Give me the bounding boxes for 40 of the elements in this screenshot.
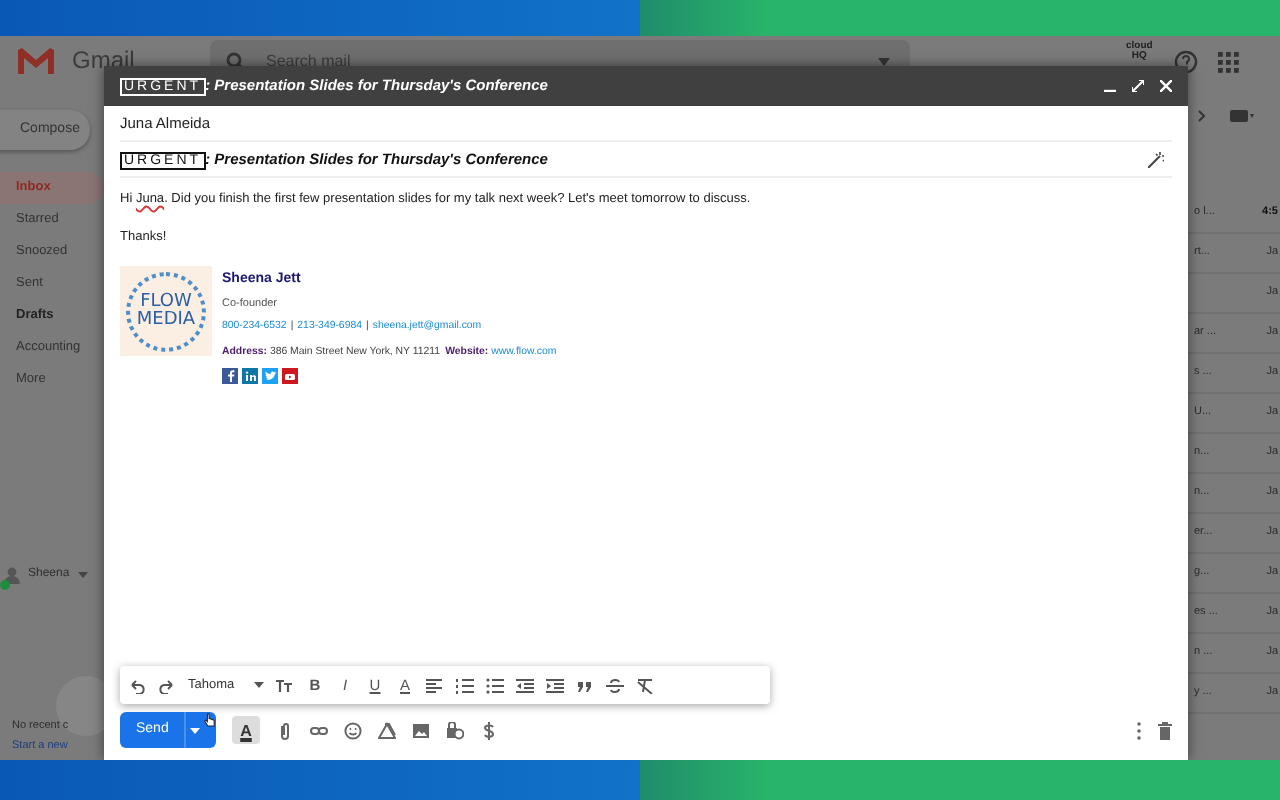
drive-icon[interactable] bbox=[378, 721, 396, 739]
social-icon[interactable] bbox=[282, 368, 298, 385]
photo-icon[interactable] bbox=[412, 721, 430, 739]
paperclip-icon[interactable] bbox=[276, 721, 294, 739]
bulleted-list-icon[interactable] bbox=[486, 677, 504, 693]
social-icon[interactable] bbox=[242, 368, 258, 385]
dollar-icon[interactable] bbox=[480, 721, 498, 739]
caret-icon bbox=[77, 572, 88, 578]
chevron-right-icon[interactable] bbox=[1198, 109, 1206, 121]
more-options-icon[interactable] bbox=[1136, 721, 1142, 739]
strikethrough-icon[interactable] bbox=[606, 677, 624, 693]
text-size-icon[interactable] bbox=[276, 677, 294, 693]
keyboard-icon[interactable] bbox=[1230, 109, 1254, 121]
indent-more-icon[interactable] bbox=[546, 677, 564, 693]
apps-grid-icon[interactable] bbox=[1218, 52, 1240, 74]
avatar-icon bbox=[4, 566, 20, 584]
caret-icon bbox=[254, 682, 264, 688]
send-options-button[interactable] bbox=[183, 712, 205, 748]
social-icon[interactable] bbox=[222, 368, 238, 385]
magic-wand-icon[interactable] bbox=[1148, 151, 1164, 167]
indent-less-icon[interactable] bbox=[516, 677, 534, 693]
emoji-icon[interactable] bbox=[344, 721, 362, 739]
caret-icon bbox=[189, 727, 200, 733]
numbered-list-icon[interactable] bbox=[456, 677, 474, 693]
align-icon[interactable] bbox=[426, 677, 444, 693]
quote-icon[interactable] bbox=[576, 677, 594, 693]
expand-icon[interactable] bbox=[1132, 80, 1144, 92]
social-icon[interactable] bbox=[262, 368, 278, 385]
close-icon[interactable] bbox=[1160, 80, 1172, 92]
undo-icon[interactable] bbox=[128, 677, 146, 693]
trash-icon[interactable] bbox=[1158, 721, 1172, 739]
help-icon[interactable] bbox=[1174, 50, 1198, 74]
formatting-toggle[interactable]: A bbox=[232, 716, 260, 744]
link-icon[interactable] bbox=[310, 721, 328, 739]
cursor-icon bbox=[204, 712, 216, 728]
lock-clock-icon[interactable] bbox=[446, 721, 464, 739]
mail-logo-icon bbox=[16, 46, 56, 74]
redo-icon[interactable] bbox=[158, 677, 176, 693]
clear-formatting-icon[interactable] bbox=[636, 677, 654, 693]
company-logo: FLOW MEDIA bbox=[120, 266, 212, 356]
